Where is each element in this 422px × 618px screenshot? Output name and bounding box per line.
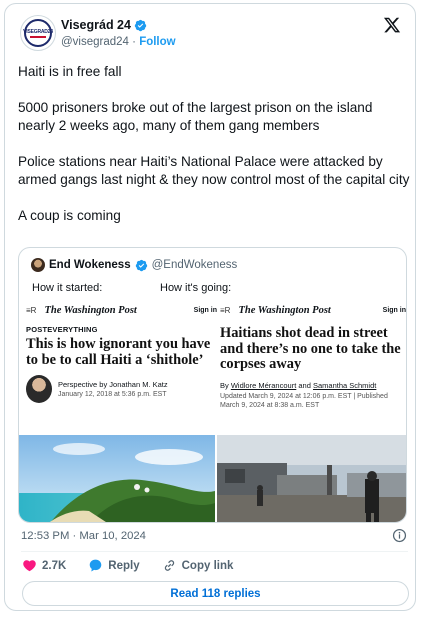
separator-dot: · [132,36,136,48]
tweet-timestamp[interactable]: 12:53 PM · Mar 10, 2024 [21,530,146,542]
menu-icon: ≡R [26,305,37,315]
article-date: January 12, 2018 at 5:36 p.m. EST [58,391,167,398]
author-handle[interactable]: @visegrad24 [61,36,129,48]
copy-link-button[interactable]: Copy link [162,558,234,573]
article-screenshot-left: ≡R The Washington Post Sign in POSTEVERY… [26,302,217,434]
reply-label: Reply [108,559,140,572]
wp-signin: Sign in [382,306,406,314]
verified-badge-icon [135,259,147,271]
avatar-logo-text: VISEGRAD24 [23,29,53,35]
author-display-name[interactable]: Visegrád 24 [61,18,131,32]
quoted-avatar[interactable] [31,258,45,272]
quoted-tweet[interactable]: End Wokeness @EndWokeness How it started… [18,247,407,523]
article-author: Perspective by Jonathan M. Katz [58,380,168,389]
tweet-card: VISEGRAD24 Visegrád 24 @visegrad24 · Fol… [4,3,416,611]
copy-link-label: Copy link [181,559,234,572]
wp-topbar: ≡R The Washington Post Sign in [26,302,217,318]
avatar-logo-bar [30,36,46,38]
article-screenshot-right: ≡R The Washington Post Sign in Haitians … [220,302,406,434]
menu-icon: ≡R [220,305,231,315]
article-kicker: POSTEVERYTHING [26,325,98,334]
island-photo [19,435,215,522]
wp-topbar: ≡R The Washington Post Sign in [220,302,406,318]
tweet-paragraph: Police stations near Haiti’s National Pa… [18,154,410,187]
link-icon [164,560,174,571]
article-byline: By Widlore Mérancourt and Samantha Schmi… [220,381,406,390]
follow-button[interactable]: Follow [139,36,175,48]
heart-icon [23,560,36,572]
byline-author-1: Widlore Mérancourt [230,380,297,390]
wp-signin: Sign in [193,306,217,314]
caption-how-its-going: How it's going: [160,282,232,294]
reply-button[interactable]: Reply [88,558,140,573]
divider [21,551,408,552]
quoted-tweet-header: End Wokeness @EndWokeness [31,258,237,272]
tweet-paragraph: Haiti is in free fall [18,64,122,79]
byline-and: and [296,380,313,390]
street-photo [217,435,406,522]
quoted-handle[interactable]: @EndWokeness [152,259,238,271]
reply-bubble-icon [90,559,102,572]
byline-prefix: By [220,380,231,390]
article-byline: Perspective by Jonathan M. Katz January … [26,375,217,403]
action-bar: 2.7K Reply Copy link [22,558,255,573]
wp-logo: The Washington Post [44,304,137,316]
article-headline: This is how ignorant you have to be to c… [26,336,211,368]
info-icon[interactable] [392,528,407,543]
author-name-row: Visegrád 24 [61,18,147,32]
byline-author-2: Samantha Schmidt [312,380,377,390]
avatar[interactable]: VISEGRAD24 [20,15,56,51]
tweet-paragraph: A coup is coming [18,208,121,223]
verified-badge-icon [134,19,147,31]
author-handle-row: @visegrad24 · Follow [61,36,176,48]
article-headline: Haitians shot dead in street and there’s… [220,325,401,372]
article-updated: Updated March 9, 2024 at 12:06 p.m. EST … [220,392,388,409]
like-count: 2.7K [42,559,67,572]
author-photo [26,375,52,403]
wp-logo: The Washington Post [238,304,331,316]
caption-how-it-started: How it started: [32,282,103,294]
tweet-paragraph: 5000 prisoners broke out of the largest … [18,100,373,133]
like-button[interactable]: 2.7K [22,558,66,573]
quoted-display-name[interactable]: End Wokeness [49,259,131,271]
read-replies-button[interactable]: Read 118 replies [22,581,409,606]
tweet-text: Haiti is in free fall 5000 prisoners bro… [18,63,410,243]
x-logo-icon[interactable] [383,16,401,34]
